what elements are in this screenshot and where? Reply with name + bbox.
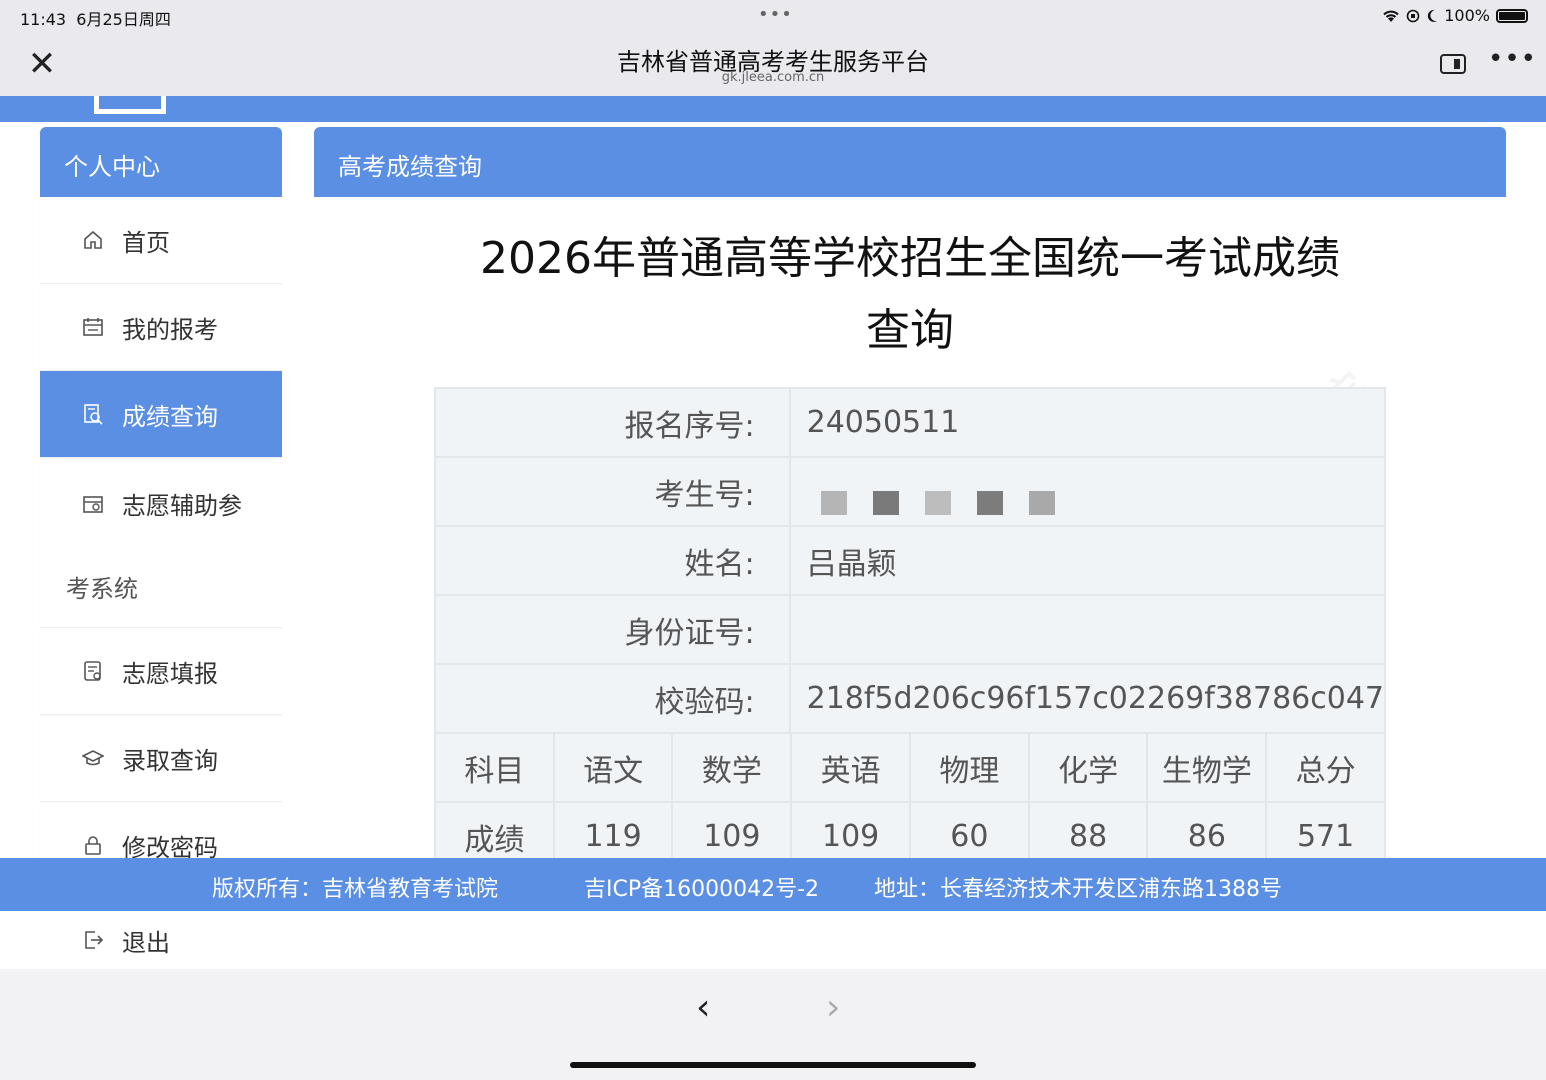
score-header-cell: 数学 xyxy=(671,732,793,803)
site-logo-icon xyxy=(94,96,166,114)
calendar-search-icon xyxy=(82,493,104,515)
redaction-block xyxy=(820,490,847,515)
status-time: 11:43 6月25日周四 xyxy=(20,10,171,29)
score-header-row: 科目 语文 数学 英语 物理 化学 生物学 总分 xyxy=(434,732,1386,803)
table-row: 身份证号: xyxy=(434,594,1387,665)
redaction-block xyxy=(924,490,951,515)
orientation-lock-icon xyxy=(1406,9,1420,22)
score-header-cell: 总分 xyxy=(1265,732,1386,803)
home-icon xyxy=(82,229,104,251)
footer-address: 地址：长春经济技术开发区浦东路1388号 xyxy=(874,877,1282,902)
candidate-info-table: 报名序号: 24050511 考生号: 姓名: 吕晶颖 身份证号: 校验码: 2… xyxy=(434,387,1387,734)
status-bar: 11:43 6月25日周四 ••• 100% xyxy=(0,0,1546,32)
sidebar-item-home[interactable]: 首页 xyxy=(40,197,282,284)
sidebar-item-label: 我的报考 xyxy=(122,315,218,344)
battery-percent: 100% xyxy=(1444,6,1490,25)
redaction-block xyxy=(872,490,899,515)
wifi-icon xyxy=(1383,10,1399,22)
name-value: 吕晶颖 xyxy=(788,525,1387,596)
score-header-cell: 英语 xyxy=(790,732,912,803)
more-options-icon[interactable]: ••• xyxy=(1488,44,1537,74)
reg-no-label: 报名序号: xyxy=(434,387,791,458)
table-row: 校验码: 218f5d206c96f157c02269f38786c047 xyxy=(434,663,1387,734)
score-header-cell: 生物学 xyxy=(1146,732,1268,803)
search-document-icon xyxy=(82,403,104,425)
exam-no-value-redacted xyxy=(788,456,1387,527)
browser-bottom-toolbar: ‹ › xyxy=(0,969,1546,1080)
logout-icon xyxy=(82,929,104,951)
score-header-cell: 物理 xyxy=(909,732,1030,803)
back-arrow-icon[interactable]: ‹ xyxy=(696,987,710,1028)
score-table: 科目 语文 数学 英语 物理 化学 生物学 总分 成绩 119 109 109 … xyxy=(434,732,1386,872)
moon-icon xyxy=(1428,9,1438,22)
name-label: 姓名: xyxy=(434,525,791,596)
sidebar-item-score-query[interactable]: 成绩查询 xyxy=(40,371,282,458)
sidebar-item-application-fill[interactable]: 志愿填报 xyxy=(40,628,282,715)
id-number-value xyxy=(788,594,1387,665)
main-panel-header: 高考成绩查询 xyxy=(314,127,1506,197)
redaction-block xyxy=(1028,490,1055,515)
table-row: 姓名: 吕晶颖 xyxy=(434,525,1387,596)
score-header-cell: 化学 xyxy=(1027,732,1149,803)
sidebar-item-label: 录取查询 xyxy=(122,746,218,775)
footer-copyright: 版权所有：吉林省教育考试院 xyxy=(212,877,499,902)
multitask-dots-icon[interactable]: ••• xyxy=(758,4,793,25)
tab-view-icon[interactable] xyxy=(1440,54,1466,74)
calendar-icon xyxy=(82,316,104,338)
sidebar-item-label: 首页 xyxy=(122,228,170,257)
graduation-cap-icon xyxy=(82,747,104,769)
sidebar: 个人中心 首页 我的报考 成绩查询 志愿辅助参 考系统 志愿填报 录取查询 修改… xyxy=(40,127,282,967)
sidebar-item-my-registration[interactable]: 我的报考 xyxy=(40,284,282,371)
redaction-block xyxy=(976,490,1003,515)
status-indicators: 100% xyxy=(1382,6,1528,25)
footer-icp[interactable]: 吉ICP备16000042号-2 xyxy=(584,871,819,903)
sidebar-item-label: 志愿填报 xyxy=(122,659,218,688)
id-number-label: 身份证号: xyxy=(434,594,791,665)
page-title: 2026年普通高等学校招生全国统一考试成绩 查询 xyxy=(480,233,1340,356)
score-header-cell: 语文 xyxy=(552,732,674,803)
sidebar-item-label: 志愿辅助参 xyxy=(122,492,242,520)
battery-icon xyxy=(1496,8,1528,23)
page-footer: 版权所有：吉林省教育考试院 吉ICP备16000042号-2 地址：长春经济技术… xyxy=(0,858,1546,911)
form-icon xyxy=(82,660,104,682)
forward-arrow-icon[interactable]: › xyxy=(826,987,840,1028)
browser-url: gk.jleea.com.cn xyxy=(721,70,825,85)
sidebar-item-label: 成绩查询 xyxy=(122,402,218,431)
sidebar-item-label: 退出 xyxy=(122,928,170,957)
sidebar-header: 个人中心 xyxy=(40,127,282,197)
sidebar-item-logout[interactable]: 退出 xyxy=(40,911,282,969)
check-code-value: 218f5d206c96f157c02269f38786c047 xyxy=(788,663,1387,734)
lock-icon xyxy=(82,834,104,856)
exam-no-label: 考生号: xyxy=(434,456,791,527)
home-indicator[interactable] xyxy=(570,1062,976,1068)
score-header-cell: 科目 xyxy=(434,732,555,803)
site-header xyxy=(0,96,1546,122)
table-row: 考生号: xyxy=(434,456,1387,527)
reg-no-value: 24050511 xyxy=(788,387,1387,458)
sidebar-item-application-assist[interactable]: 志愿辅助参 考系统 xyxy=(40,458,282,628)
sidebar-item-admission-query[interactable]: 录取查询 xyxy=(40,715,282,802)
check-code-label: 校验码: xyxy=(434,663,791,734)
browser-toolbar: ✕ 吉林省普通高考考生服务平台 gk.jleea.com.cn ••• xyxy=(0,32,1546,96)
sidebar-item-label-continued: 考系统 xyxy=(66,575,138,603)
table-row: 报名序号: 24050511 xyxy=(434,387,1387,458)
main-panel: 高考成绩查询 吉林省教育考试院 吉林省教育考试院 2026年普通高等学校招生全国… xyxy=(314,127,1506,872)
